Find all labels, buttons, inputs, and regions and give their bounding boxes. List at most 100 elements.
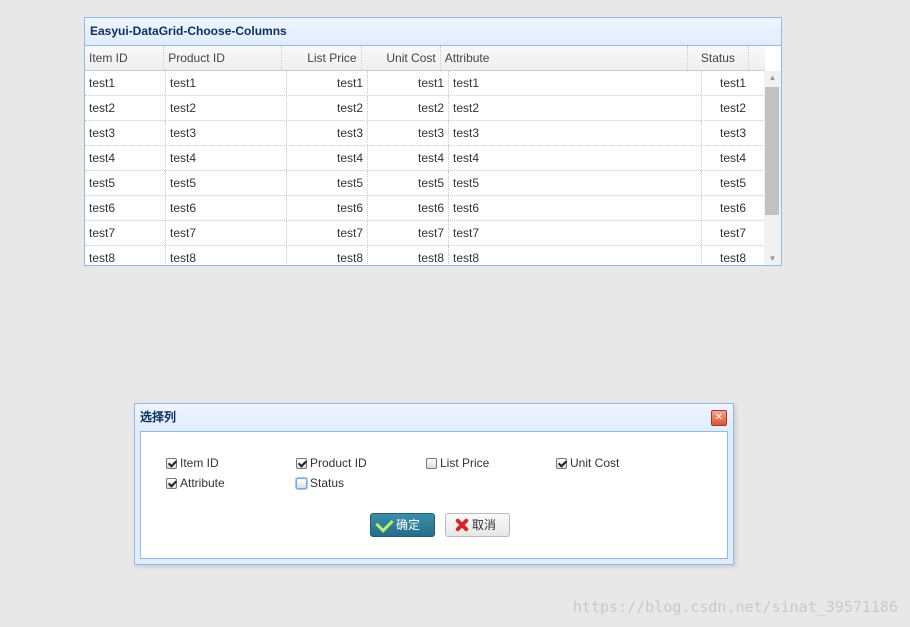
cell-list-price: test3 [287, 121, 368, 145]
cell-status: test4 [702, 146, 765, 170]
cell-unit-cost: test3 [368, 121, 449, 145]
cell-attribute: test8 [449, 246, 702, 265]
cell-list-price: test4 [287, 146, 368, 170]
dialog-title-bar: 选择列 ✕ [135, 404, 733, 430]
option-item-id[interactable]: Item ID [166, 456, 219, 470]
cell-item-id: test8 [85, 246, 166, 265]
header-corner [749, 46, 765, 70]
ok-button[interactable]: 确定 [370, 513, 435, 537]
scroll-down-arrow-icon[interactable]: ▼ [764, 252, 781, 265]
option-list-price[interactable]: List Price [426, 456, 489, 470]
cell-list-price: test1 [287, 71, 368, 95]
option-label: Attribute [180, 476, 225, 490]
cell-unit-cost: test2 [368, 96, 449, 120]
column-header-status[interactable]: Status [688, 46, 750, 70]
cell-attribute: test6 [449, 196, 702, 220]
ok-button-label: 确定 [396, 518, 421, 532]
option-label: Status [310, 476, 345, 490]
cell-attribute: test2 [449, 96, 702, 120]
cell-product-id: test4 [166, 146, 287, 170]
option-product-id[interactable]: Product ID [296, 456, 367, 470]
cell-status: test1 [702, 71, 765, 95]
cell-item-id: test6 [85, 196, 166, 220]
table-row[interactable]: test1 test1 test1 test1 test1 test1 [85, 71, 765, 96]
cancel-x-icon [454, 518, 468, 532]
datagrid-panel: Easyui-DataGrid-Choose-Columns Item ID P… [84, 17, 782, 266]
checkbox-product-id[interactable] [296, 457, 307, 469]
cell-list-price: test7 [287, 221, 368, 245]
choose-columns-dialog: 选择列 ✕ Item ID Product ID List Price Unit… [134, 403, 734, 565]
checkbox-attribute[interactable] [166, 477, 177, 489]
cell-product-id: test3 [166, 121, 287, 145]
scroll-thumb[interactable] [765, 87, 779, 215]
cell-unit-cost: test1 [368, 71, 449, 95]
cell-attribute: test4 [449, 146, 702, 170]
cell-status: test7 [702, 221, 765, 245]
option-label: Product ID [310, 456, 367, 470]
cell-product-id: test5 [166, 171, 287, 195]
cell-status: test8 [702, 246, 765, 265]
cell-attribute: test1 [449, 71, 702, 95]
close-icon[interactable]: ✕ [711, 410, 727, 426]
cell-product-id: test2 [166, 96, 287, 120]
table-row[interactable]: test8 test8 test8 test8 test8 test8 [85, 246, 765, 265]
cancel-button-label: 取消 [472, 518, 497, 532]
column-header-unit-cost[interactable]: Unit Cost [362, 46, 441, 70]
cell-unit-cost: test8 [368, 246, 449, 265]
cell-product-id: test6 [166, 196, 287, 220]
scroll-up-arrow-icon[interactable]: ▲ [764, 71, 781, 85]
checkbox-status[interactable] [296, 477, 307, 489]
cell-item-id: test7 [85, 221, 166, 245]
cell-status: test3 [702, 121, 765, 145]
datagrid-header: Item ID Product ID List Price Unit Cost … [85, 46, 765, 71]
cell-item-id: test4 [85, 146, 166, 170]
cell-list-price: test2 [287, 96, 368, 120]
table-row[interactable]: test6 test6 test6 test6 test6 test6 [85, 196, 765, 221]
table-row[interactable]: test5 test5 test5 test5 test5 test5 [85, 171, 765, 196]
cell-status: test2 [702, 96, 765, 120]
checkbox-unit-cost[interactable] [556, 457, 567, 469]
column-header-item-id[interactable]: Item ID [85, 46, 165, 70]
vertical-scrollbar[interactable]: ▲ ▼ [764, 71, 781, 265]
table-row[interactable]: test3 test3 test3 test3 test3 test3 [85, 121, 765, 146]
dialog-title: 选择列 [140, 410, 177, 424]
cell-unit-cost: test4 [368, 146, 449, 170]
cell-item-id: test2 [85, 96, 166, 120]
column-header-product-id[interactable]: Product ID [164, 46, 283, 70]
option-status[interactable]: Status [296, 476, 344, 490]
watermark: https://blog.csdn.net/sinat_39571186 [572, 598, 898, 616]
cell-item-id: test3 [85, 121, 166, 145]
cell-product-id: test7 [166, 221, 287, 245]
cell-item-id: test5 [85, 171, 166, 195]
cell-attribute: test3 [449, 121, 702, 145]
checkbox-item-id[interactable] [166, 457, 177, 469]
checkmark-icon [375, 513, 394, 533]
checkbox-list-price[interactable] [426, 457, 437, 469]
option-label: Item ID [180, 456, 219, 470]
datagrid-title: Easyui-DataGrid-Choose-Columns [85, 18, 781, 46]
option-label: List Price [440, 456, 490, 470]
column-header-list-price[interactable]: List Price [282, 46, 362, 70]
cell-unit-cost: test5 [368, 171, 449, 195]
cell-attribute: test5 [449, 171, 702, 195]
cell-unit-cost: test6 [368, 196, 449, 220]
datagrid-body: test1 test1 test1 test1 test1 test1 test… [85, 71, 765, 265]
cell-product-id: test8 [166, 246, 287, 265]
option-label: Unit Cost [570, 456, 620, 470]
cell-status: test6 [702, 196, 765, 220]
cell-list-price: test6 [287, 196, 368, 220]
cell-list-price: test8 [287, 246, 368, 265]
cell-item-id: test1 [85, 71, 166, 95]
option-attribute[interactable]: Attribute [166, 476, 225, 490]
table-row[interactable]: test7 test7 test7 test7 test7 test7 [85, 221, 765, 246]
table-row[interactable]: test2 test2 test2 test2 test2 test2 [85, 96, 765, 121]
cancel-button[interactable]: 取消 [445, 513, 510, 537]
table-row[interactable]: test4 test4 test4 test4 test4 test4 [85, 146, 765, 171]
cell-unit-cost: test7 [368, 221, 449, 245]
cell-list-price: test5 [287, 171, 368, 195]
column-header-attribute[interactable]: Attribute [441, 46, 688, 70]
cell-status: test5 [702, 171, 765, 195]
dialog-body: Item ID Product ID List Price Unit Cost … [140, 431, 728, 559]
cell-attribute: test7 [449, 221, 702, 245]
option-unit-cost[interactable]: Unit Cost [556, 456, 619, 470]
